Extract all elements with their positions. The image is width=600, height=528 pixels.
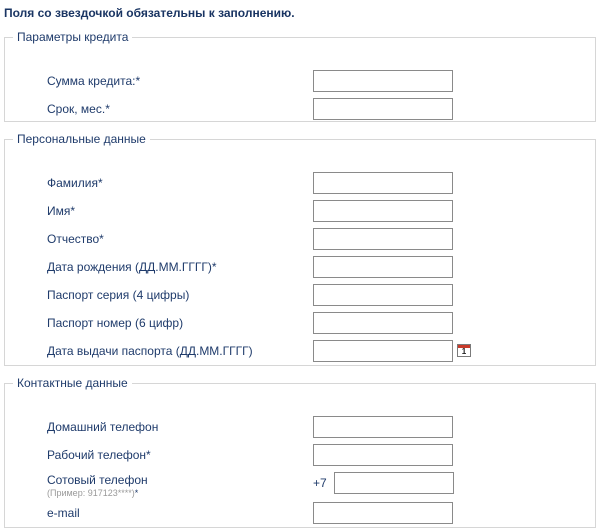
birth-date-row: Дата рождения (ДД.ММ.ГГГГ)* [5, 256, 595, 280]
personal-data-legend: Персональные данные [17, 132, 146, 146]
last-name-row: Фамилия* [5, 172, 595, 196]
credit-term-label: Срок, мес.* [47, 102, 110, 116]
patronymic-input[interactable] [313, 228, 453, 250]
passport-issue-date-row: Дата выдачи паспорта (ДД.ММ.ГГГГ) 1 [5, 340, 595, 364]
required-fields-note: Поля со звездочкой обязательны к заполне… [4, 6, 295, 20]
birth-date-input[interactable] [313, 256, 453, 278]
mobile-phone-label-block: Сотовый телефон (Пример: 917123****)* [47, 473, 148, 498]
mobile-phone-required-star: * [134, 488, 139, 498]
personal-data-section: Персональные данные Фамилия* Имя* Отчест… [4, 132, 596, 366]
credit-term-row: Срок, мес.* [5, 98, 595, 122]
credit-params-section: Параметры кредита Сумма кредита:* Срок, … [4, 30, 596, 122]
credit-amount-label: Сумма кредита:* [47, 74, 141, 88]
passport-number-label: Паспорт номер (6 цифр) [47, 316, 184, 330]
home-phone-label: Домашний телефон [47, 420, 159, 434]
contact-data-legend: Контактные данные [17, 376, 128, 390]
email-row: e-mail [5, 502, 595, 526]
last-name-input[interactable] [313, 172, 453, 194]
credit-term-input[interactable] [313, 98, 453, 120]
birth-date-label: Дата рождения (ДД.ММ.ГГГГ)* [47, 260, 217, 274]
patronymic-row: Отчество* [5, 228, 595, 252]
passport-series-row: Паспорт серия (4 цифры) [5, 284, 595, 308]
mobile-phone-hint-text: (Пример: 917123****) [47, 488, 135, 498]
work-phone-input[interactable] [313, 444, 453, 466]
patronymic-label: Отчество* [47, 232, 104, 246]
passport-number-input[interactable] [313, 312, 453, 334]
mobile-phone-prefix: +7 [313, 476, 327, 490]
calendar-icon[interactable]: 1 [457, 344, 471, 357]
passport-series-label: Паспорт серия (4 цифры) [47, 288, 190, 302]
passport-issue-date-label: Дата выдачи паспорта (ДД.ММ.ГГГГ) [47, 344, 253, 358]
mobile-phone-hint: (Пример: 917123****)* [47, 488, 148, 498]
first-name-input[interactable] [313, 200, 453, 222]
work-phone-label: Рабочий телефон* [47, 448, 151, 462]
last-name-label: Фамилия* [47, 176, 103, 190]
mobile-phone-label: Сотовый телефон [47, 473, 148, 487]
passport-series-input[interactable] [313, 284, 453, 306]
first-name-label: Имя* [47, 204, 76, 218]
first-name-row: Имя* [5, 200, 595, 224]
mobile-phone-row: Сотовый телефон (Пример: 917123****)* +7 [5, 472, 595, 500]
credit-params-legend: Параметры кредита [17, 30, 129, 44]
calendar-icon-day: 1 [461, 347, 467, 356]
credit-amount-row: Сумма кредита:* [5, 70, 595, 94]
passport-issue-date-input[interactable] [313, 340, 453, 362]
contact-data-section: Контактные данные Домашний телефон Рабоч… [4, 376, 596, 528]
home-phone-row: Домашний телефон [5, 416, 595, 440]
mobile-phone-input[interactable] [334, 472, 454, 494]
passport-number-row: Паспорт номер (6 цифр) [5, 312, 595, 336]
email-input[interactable] [313, 502, 453, 524]
credit-amount-input[interactable] [313, 70, 453, 92]
work-phone-row: Рабочий телефон* [5, 444, 595, 468]
home-phone-input[interactable] [313, 416, 453, 438]
email-label: e-mail [47, 506, 80, 520]
